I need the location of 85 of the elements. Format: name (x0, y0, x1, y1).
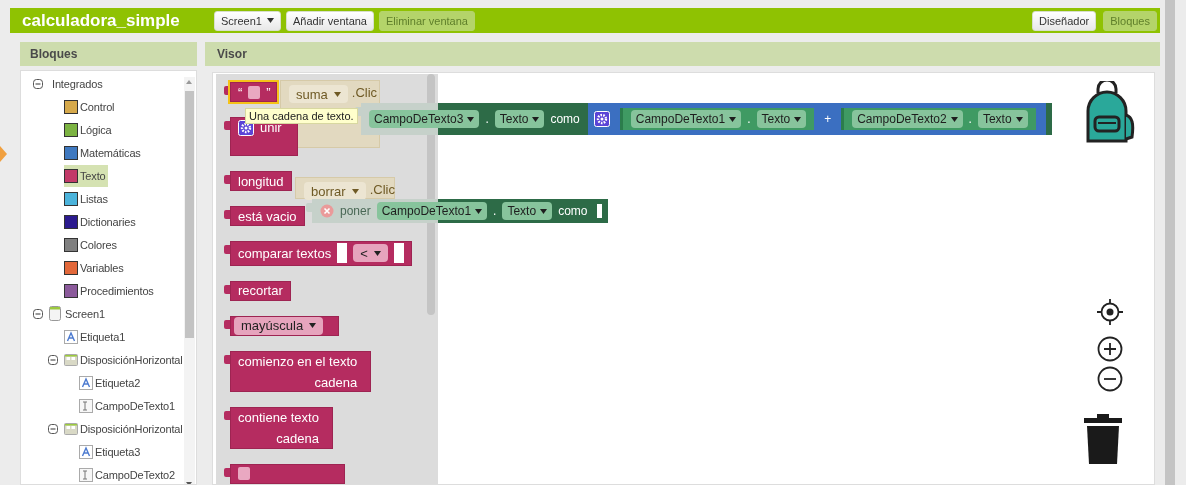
tree-item[interactable]: Etiqueta2 (79, 371, 143, 394)
crosshair-icon[interactable] (1097, 299, 1123, 325)
tree-item[interactable]: Lógica (64, 118, 114, 141)
collapse-icon[interactable] (33, 78, 43, 89)
code-block[interactable]: CampoDeTexto1 . Texto (619, 108, 815, 130)
code-block[interactable]: CampoDeTexto2 . Texto (841, 108, 1036, 130)
caret-icon (729, 116, 737, 122)
caret-icon (540, 208, 548, 214)
dropdown[interactable]: Texto (756, 110, 807, 128)
tree-item[interactable]: Screen1 (49, 302, 107, 325)
tree-item[interactable]: Dictionaries (64, 210, 138, 233)
dropdown[interactable]: Texto (494, 110, 545, 128)
code-block[interactable]: CampoDeTexto1 . Texto + CampoDeTexto2 . Texto (585, 103, 1046, 135)
panel-header: Visor (205, 42, 1160, 66)
collapse-icon[interactable] (33, 308, 43, 319)
view-tab[interactable]: Diseñador (1032, 10, 1097, 31)
caret-icon (532, 116, 540, 122)
input-socket (597, 204, 603, 218)
tree-item[interactable]: DisposiciónHorizontal (64, 348, 184, 371)
code-block[interactable]: recortar (224, 280, 291, 301)
gear-icon[interactable] (593, 111, 610, 127)
caret-icon (794, 116, 802, 122)
tree-item[interactable]: Control (64, 95, 117, 118)
collapse-icon[interactable] (48, 354, 58, 365)
app-title: calculadora_simple (22, 10, 181, 31)
tooltip: Una cadena de texto. (245, 108, 358, 124)
tree-item[interactable]: DisposiciónHorizontal (64, 417, 184, 440)
tree-item[interactable]: Integrados (49, 72, 105, 95)
tree-item[interactable]: Texto (64, 164, 108, 187)
textbox-icon (79, 467, 93, 482)
code-block[interactable]: borrar .Clic (295, 177, 395, 199)
dropdown[interactable]: CampoDeTexto2 (852, 110, 963, 128)
tree-item[interactable]: Matemáticas (64, 141, 143, 164)
dropdown[interactable]: borrar (304, 182, 366, 200)
caret-icon (467, 116, 475, 122)
dropdown[interactable]: CampoDeTexto3 (369, 110, 480, 128)
panel-header: Bloques (20, 42, 197, 66)
caret-icon (373, 250, 381, 256)
tree-item[interactable]: Colores (64, 233, 119, 256)
toolbar-button[interactable]: Añadir ventana (286, 10, 374, 31)
tree-item[interactable]: Procedimientos (64, 279, 156, 302)
dropdown[interactable]: suma (289, 85, 348, 103)
label-icon (79, 444, 93, 459)
zoom-in-icon[interactable] (1097, 336, 1123, 362)
caret-icon (333, 91, 341, 97)
tree-item[interactable]: CampoDeTexto2 (79, 463, 177, 484)
collapse-icon[interactable] (48, 423, 58, 434)
caret-icon (351, 188, 359, 194)
dropdown[interactable]: Texto (502, 202, 553, 220)
caret-icon (1015, 116, 1023, 122)
label-icon (64, 329, 78, 344)
code-block[interactable]: mayúscula (224, 315, 340, 336)
code-block[interactable]: comienzo en el texto cadena (224, 350, 372, 393)
code-block[interactable]: está vacio (224, 206, 305, 227)
code-block[interactable]: “ ” (224, 82, 277, 102)
code-block[interactable]: comparar textos < (224, 241, 412, 266)
textbox-icon (79, 398, 93, 413)
phone-icon (49, 306, 61, 321)
trash-icon[interactable] (1084, 414, 1122, 464)
tree-item[interactable]: Listas (64, 187, 110, 210)
tree-item[interactable]: CampoDeTexto1 (79, 394, 177, 417)
label-icon (79, 375, 93, 390)
zoom-out-icon[interactable] (1097, 366, 1123, 392)
layout-icon (64, 422, 78, 435)
caret-icon (950, 116, 958, 122)
code-block[interactable] (224, 464, 345, 484)
layout-icon (64, 353, 78, 366)
tree-item[interactable]: Etiqueta3 (79, 440, 143, 463)
dropdown[interactable]: Texto (977, 110, 1028, 128)
tree-item[interactable]: Variables (64, 256, 126, 279)
screen-menu[interactable]: Screen1 (214, 10, 281, 31)
dropdown[interactable]: < (353, 244, 388, 263)
code-block[interactable]: CampoDeTexto3 . Texto como CampoDeTexto1 . Texto + CampoDeTexto2 . Texto (355, 103, 1052, 135)
scrollbar[interactable] (1165, 0, 1175, 485)
dropdown[interactable]: CampoDeTexto1 (630, 110, 742, 128)
dropdown[interactable]: CampoDeTexto1 (376, 202, 488, 220)
caret-icon (309, 323, 317, 329)
code-block[interactable]: poner CampoDeTexto1 . Texto como (306, 199, 609, 223)
dropdown[interactable]: mayúscula (234, 316, 324, 335)
caret-icon (267, 18, 274, 23)
code-block[interactable]: longitud (224, 171, 292, 192)
caret-icon (475, 208, 483, 214)
code-block[interactable]: contiene texto cadena (224, 407, 333, 449)
tree-item[interactable]: Etiqueta1 (64, 325, 128, 348)
scrollbar[interactable] (184, 77, 195, 484)
